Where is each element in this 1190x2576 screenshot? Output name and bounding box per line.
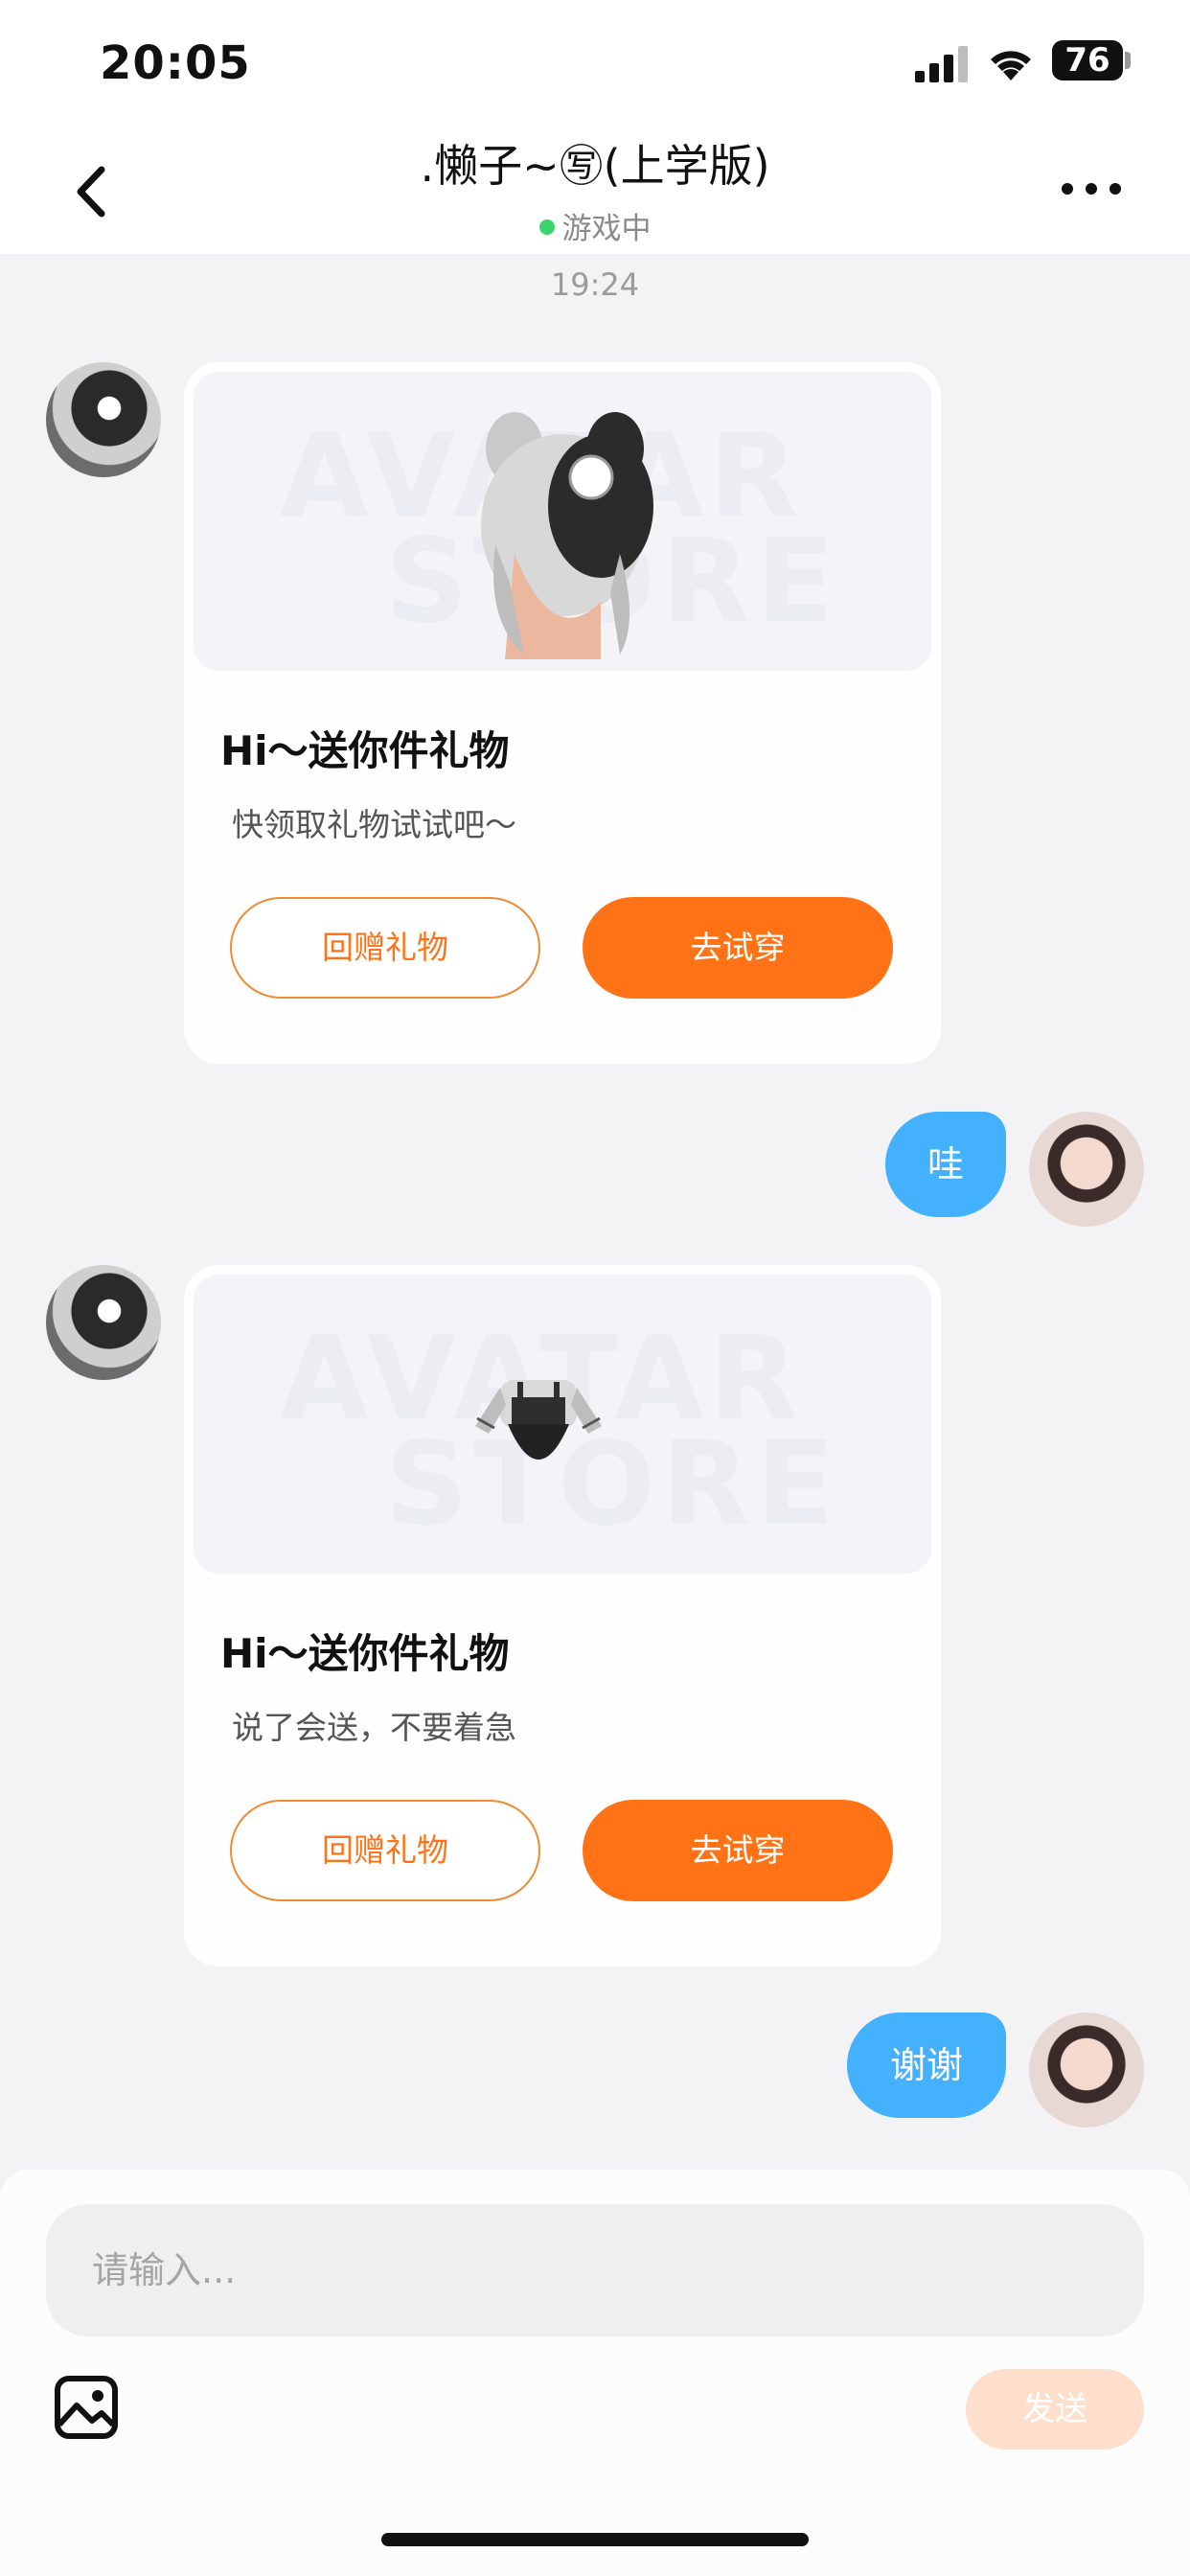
message-timestamp: 19:24 bbox=[550, 266, 640, 303]
gift-card: AVATAR STORE Hi～送你件礼物 说了会送，不要着急 回赠礼物 去试穿 bbox=[184, 1265, 941, 1966]
status-time: 20:05 bbox=[100, 36, 251, 90]
battery-icon: 76 bbox=[1052, 40, 1123, 80]
contact-status-text: 游戏中 bbox=[561, 212, 652, 246]
online-dot-icon bbox=[538, 219, 555, 235]
my-avatar[interactable] bbox=[1029, 2012, 1144, 2128]
gift-title: Hi～送你件礼物 bbox=[220, 727, 510, 774]
more-options-icon[interactable] bbox=[1058, 170, 1125, 208]
return-gift-button[interactable]: 回赠礼物 bbox=[230, 897, 540, 999]
send-button[interactable]: 发送 bbox=[966, 2369, 1144, 2450]
gift-image[interactable]: AVATAR STORE bbox=[194, 372, 931, 671]
return-gift-button[interactable]: 回赠礼物 bbox=[230, 1800, 540, 1901]
home-indicator bbox=[381, 2533, 809, 2546]
try-on-button[interactable]: 去试穿 bbox=[583, 1800, 893, 1901]
gift-description: 说了会送，不要着急 bbox=[232, 1709, 516, 1746]
try-on-button[interactable]: 去试穿 bbox=[583, 897, 893, 999]
outfit-image bbox=[475, 1380, 602, 1460]
gift-title: Hi～送你件礼物 bbox=[220, 1630, 510, 1677]
my-message-bubble[interactable]: 谢谢 bbox=[847, 2012, 1006, 2118]
my-avatar[interactable] bbox=[1029, 1112, 1144, 1227]
gift-description: 快领取礼物试试吧～ bbox=[232, 806, 516, 843]
battery-level: 76 bbox=[1064, 41, 1110, 80]
battery-cap bbox=[1125, 52, 1131, 69]
message-composer: 发送 bbox=[0, 2170, 1190, 2576]
contact-status: 游戏中 bbox=[0, 204, 1190, 247]
my-message-bubble[interactable]: 哇 bbox=[885, 1112, 1006, 1217]
image-picker-icon[interactable] bbox=[54, 2375, 119, 2440]
wifi-icon bbox=[991, 51, 1031, 80]
status-bar: 20:05 76 bbox=[0, 0, 1190, 129]
sender-avatar[interactable] bbox=[46, 362, 161, 477]
watermark-line2: STORE bbox=[385, 1418, 840, 1552]
message-input[interactable] bbox=[46, 2204, 1144, 2336]
sender-avatar[interactable] bbox=[46, 1265, 161, 1380]
cellular-signal-icon bbox=[915, 46, 968, 82]
gift-image[interactable]: AVATAR STORE bbox=[194, 1275, 931, 1574]
gift-card: AVATAR STORE Hi～送你件礼物 快领取礼物试试吧～ 回赠礼物 去试穿 bbox=[184, 362, 941, 1064]
hair-accessory-image bbox=[481, 412, 653, 659]
chat-header: .懒子~㊢(上学版) 游戏中 bbox=[0, 129, 1190, 254]
contact-name: .懒子~㊢(上学版) bbox=[420, 140, 770, 192]
